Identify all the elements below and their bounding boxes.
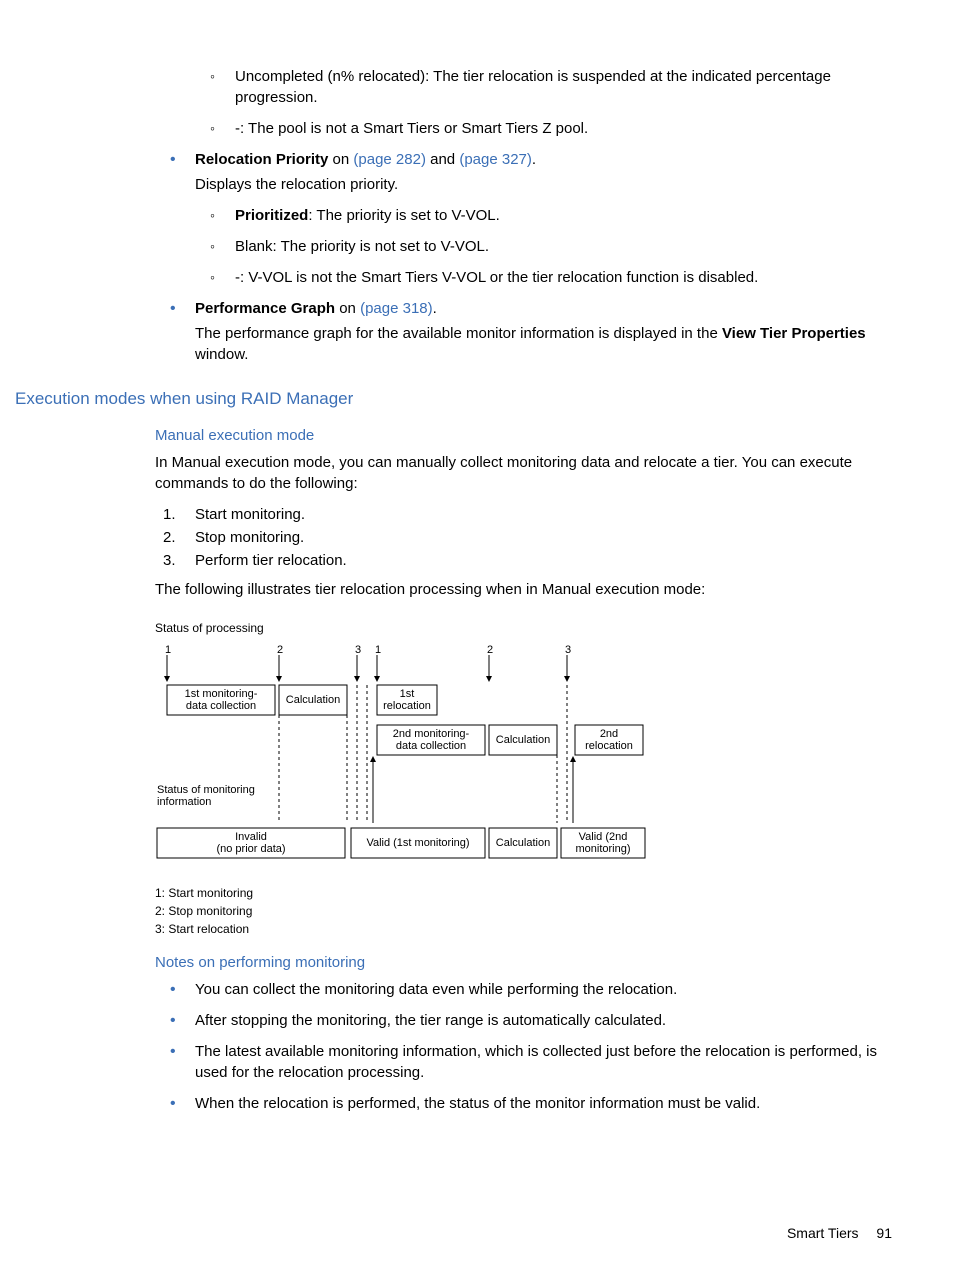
bold: View Tier Properties [722,325,866,342]
label: Relocation Priority [195,151,328,168]
step: 3. Perform tier relocation. [155,550,894,571]
list-item: When the relocation is performed, the st… [155,1093,894,1114]
top-content: Uncompleted (n% relocated): The tier rel… [155,66,894,365]
footer: Smart Tiers 91 [85,1224,894,1244]
box: data collection [186,700,256,712]
footer-section: Smart Tiers [787,1225,859,1241]
box: 2nd monitoring- [393,728,470,740]
box: 1st [400,688,415,700]
intro: In Manual execution mode, you can manual… [155,452,894,494]
midlabel: information [157,796,211,808]
tick: 2 [277,644,283,656]
tick: 2 [487,644,493,656]
manual-section: Manual execution mode In Manual executio… [155,425,894,1114]
text: . [532,151,536,168]
text: -: The pool is not a Smart Tiers or Smar… [235,120,588,137]
notes-list: You can collect the monitoring data even… [155,979,894,1114]
text: window. [195,346,248,363]
text: When the relocation is performed, the st… [195,1095,760,1112]
list-item: -: The pool is not a Smart Tiers or Smar… [195,118,894,139]
label: Performance Graph [195,300,335,317]
list-item: Blank: The priority is not set to V-VOL. [195,236,894,257]
desc: The performance graph for the available … [195,323,894,365]
legend-item: 1: Start monitoring [155,884,894,902]
list-item: Prioritized: The priority is set to V-VO… [195,205,894,226]
box: (no prior data) [216,843,285,855]
tick: 3 [355,644,361,656]
list-item: You can collect the monitoring data even… [155,979,894,1000]
list-item-performance-graph: Performance Graph on (page 318). The per… [155,298,894,365]
text: Blank: The priority is not set to V-VOL. [235,238,489,255]
box: Calculation [496,837,550,849]
text: Stop monitoring. [195,529,304,546]
tick: 1 [165,644,171,656]
heading-notes: Notes on performing monitoring [155,952,894,973]
list-item-relocation-priority: Relocation Priority on (page 282) and (p… [155,149,894,288]
diagram-caption: Status of processing [155,620,894,637]
box: 2nd [600,728,618,740]
num: 3. [163,550,176,571]
box: relocation [383,700,431,712]
box: data collection [396,740,466,752]
list-item: The latest available monitoring informat… [155,1041,894,1083]
page-number: 91 [876,1225,892,1241]
xref-link[interactable]: (page 282) [353,151,426,168]
num: 2. [163,527,176,548]
list-item: Uncompleted (n% relocated): The tier rel… [195,66,894,108]
list-item: After stopping the monitoring, the tier … [155,1010,894,1031]
legend: 1: Start monitoring 2: Stop monitoring 3… [155,884,894,938]
legend-item: 3: Start relocation [155,920,894,938]
text: and [426,151,459,168]
text: The latest available monitoring informat… [195,1043,877,1081]
text: . [433,300,437,317]
text: -: V-VOL is not the Smart Tiers V-VOL or… [235,269,758,286]
text: You can collect the monitoring data even… [195,981,677,998]
diagram: Status of processing 1 2 3 1 2 3 1st mon [155,620,894,938]
top-sublist: Uncompleted (n% relocated): The tier rel… [195,66,894,139]
desc: Displays the relocation priority. [195,174,894,195]
text: : The priority is set to V-VOL. [308,207,499,224]
text: The performance graph for the available … [195,325,722,342]
box: Calculation [286,694,340,706]
text: Perform tier relocation. [195,552,347,569]
xref-link[interactable]: (page 318) [360,300,433,317]
text: on [328,151,353,168]
midlabel: Status of monitoring [157,784,255,796]
num: 1. [163,504,176,525]
text: on [335,300,360,317]
text: Start monitoring. [195,506,305,523]
diagram-svg: 1 2 3 1 2 3 1st monitoring- data collect… [155,643,665,868]
box: Calculation [496,734,550,746]
box: relocation [585,740,633,752]
steps-list: 1. Start monitoring. 2. Stop monitoring. 3… [155,504,894,571]
step: 2. Stop monitoring. [155,527,894,548]
box: Valid (2nd [579,831,628,843]
legend-item: 2: Stop monitoring [155,902,894,920]
heading-execution-modes: Execution modes when using RAID Manager [15,387,894,411]
main-bullet-list: Relocation Priority on (page 282) and (p… [155,149,894,365]
list-item: -: V-VOL is not the Smart Tiers V-VOL or… [195,267,894,288]
box: Invalid [235,831,267,843]
box: Valid (1st monitoring) [366,837,469,849]
label: Prioritized [235,207,308,224]
box: 1st monitoring- [185,688,258,700]
heading-manual-mode: Manual execution mode [155,425,894,446]
tick: 3 [565,644,571,656]
xref-link[interactable]: (page 327) [459,151,532,168]
step: 1. Start monitoring. [155,504,894,525]
sub-list: Prioritized: The priority is set to V-VO… [195,205,894,288]
tick: 1 [375,644,381,656]
box: monitoring) [575,843,630,855]
text: After stopping the monitoring, the tier … [195,1012,666,1029]
text: Uncompleted (n% relocated): The tier rel… [235,68,831,106]
followup: The following illustrates tier relocatio… [155,579,894,600]
